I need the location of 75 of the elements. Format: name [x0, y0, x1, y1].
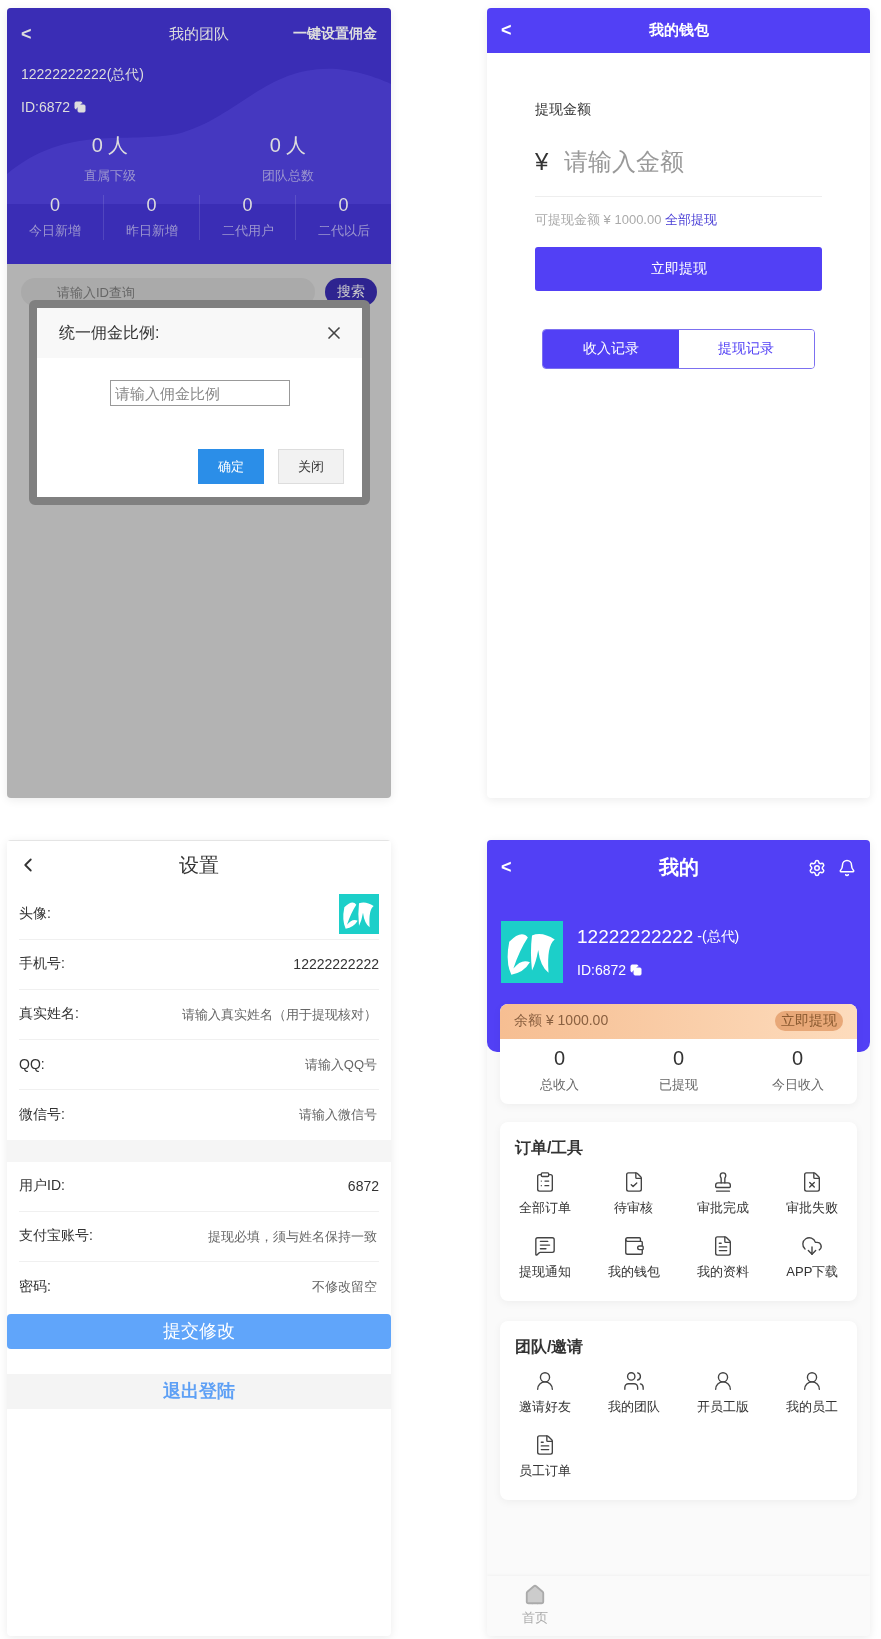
menu-item[interactable]: 我的员工: [767, 1365, 857, 1420]
users-icon: [622, 1369, 645, 1392]
back-button[interactable]: <: [501, 20, 512, 41]
input-field[interactable]: 请输入佣金比例: [109, 380, 290, 406]
summary-value: 0 人: [269, 133, 307, 158]
settings-icon[interactable]: [808, 858, 826, 877]
page-title: 我的: [658, 855, 699, 880]
wallet-icon: [622, 1234, 645, 1257]
stat-label: 总收入: [540, 1075, 579, 1094]
copy-icon[interactable]: [74, 101, 87, 113]
close-button[interactable]: 关闭: [278, 449, 344, 484]
field-label: 手机号:: [19, 955, 65, 973]
menu-item[interactable]: 我的钱包: [589, 1230, 679, 1285]
user-id: ID:6872: [577, 961, 627, 978]
section-title: 团队/邀请: [514, 1336, 585, 1357]
bell-icon[interactable]: [838, 858, 856, 877]
menu-item[interactable]: 审批完成: [678, 1166, 768, 1221]
field-label: 头像:: [19, 905, 51, 923]
page-title: 我的团队: [169, 24, 229, 44]
stat-label: 今日新增: [29, 222, 81, 240]
stat-value: 0: [50, 195, 60, 216]
user-id: ID:6872: [21, 99, 71, 115]
dialog-title: 统一佣金比例:: [59, 322, 160, 343]
user-name: 12222222222(总代): [21, 66, 144, 84]
stat-value: 0: [672, 1046, 685, 1070]
stat-value: 0: [553, 1046, 566, 1070]
menu-item[interactable]: 邀请好友: [500, 1365, 590, 1420]
message-icon: [533, 1234, 556, 1257]
stat-value: 0: [242, 195, 253, 216]
stat-label: 已提现: [659, 1075, 698, 1094]
user-name: 12222222222: [577, 925, 694, 948]
field-value: 6872: [347, 1178, 379, 1194]
user-role: -(总代): [697, 927, 740, 946]
menu-item[interactable]: 全部订单: [500, 1166, 590, 1221]
record-tab[interactable]: 收入记录: [543, 330, 679, 368]
summary-label: 直属下级: [84, 167, 136, 185]
menu-item[interactable]: APP下载: [767, 1230, 857, 1285]
field-label: 支付宝账号:: [19, 1227, 93, 1245]
field-label: 密码:: [19, 1277, 51, 1296]
stat-label: 二代以后: [317, 222, 370, 240]
withdraw-button[interactable]: 立即提现: [535, 247, 822, 291]
balance-label: 余额 ¥ 1000.00: [514, 1012, 609, 1030]
back-button[interactable]: <: [21, 23, 32, 45]
stat-label: 二代用户: [221, 222, 274, 240]
field-label: 用户ID:: [19, 1177, 65, 1195]
page-title: 我的钱包: [648, 21, 709, 40]
section-title: 订单/工具: [513, 1137, 585, 1158]
menu-item[interactable]: 待审核: [589, 1166, 679, 1221]
copy-icon[interactable]: [630, 963, 643, 976]
field-label: 提现金额: [535, 101, 592, 119]
menu-item[interactable]: 提现通知: [500, 1230, 590, 1285]
menu-item[interactable]: 员工订单: [500, 1429, 590, 1484]
stat-label: 今日收入: [771, 1075, 824, 1094]
set-commission-link[interactable]: 一键设置佣金: [293, 25, 377, 43]
field-label: QQ:: [19, 1056, 45, 1072]
menu-item[interactable]: 审批失败: [767, 1166, 857, 1221]
stat-value: 0: [146, 195, 157, 216]
menu-item[interactable]: 开员工版: [678, 1365, 768, 1420]
field-label: 真实姓名:: [19, 1005, 79, 1023]
menu-item[interactable]: 我的资料: [678, 1230, 768, 1285]
back-button[interactable]: <: [501, 857, 512, 878]
summary-label: 团队总数: [262, 167, 314, 185]
withdraw-all-link[interactable]: 全部提现: [665, 212, 718, 227]
home-icon: [524, 1584, 546, 1606]
field-label: 微信号:: [19, 1105, 65, 1124]
menu-item[interactable]: 我的团队: [589, 1365, 679, 1420]
field-value: 12222222222: [293, 956, 379, 972]
page-title: 设置: [179, 852, 219, 878]
stat-value: 0: [338, 195, 349, 216]
stat-label: 昨日新增: [125, 222, 178, 240]
summary-value: 0 人: [91, 133, 129, 158]
available-amount: 可提现金额 ¥ 1000.00: [535, 212, 662, 227]
currency-symbol: ¥: [535, 147, 549, 176]
stat-value: 0: [791, 1046, 804, 1070]
cloud-download-icon: [801, 1234, 824, 1257]
